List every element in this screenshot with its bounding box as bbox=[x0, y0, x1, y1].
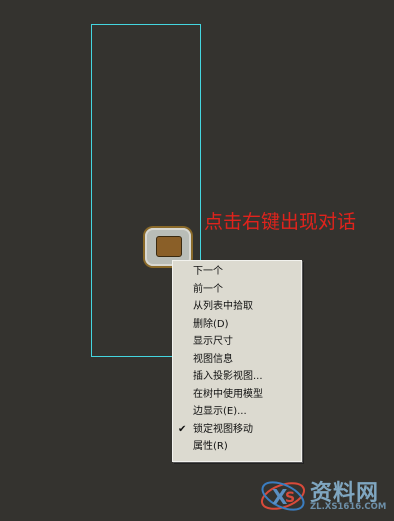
menu-item-label: 视图信息 bbox=[193, 353, 233, 365]
menu-item-show-dimensions[interactable]: 显示尺寸 bbox=[173, 333, 301, 351]
menu-item-label: 显示尺寸 bbox=[193, 336, 233, 347]
menu-item-label: 从列表中拾取 bbox=[193, 301, 253, 312]
menu-item-properties[interactable]: 属性(R) bbox=[173, 438, 301, 456]
menu-item-label: 删除(D) bbox=[193, 318, 229, 330]
menu-item-label: 插入投影视图... bbox=[193, 371, 263, 382]
watermark-logo-icon: X S bbox=[260, 481, 306, 511]
menu-item-next[interactable]: 下一个 bbox=[173, 263, 301, 281]
menu-item-edge-display[interactable]: 边显示(E)... bbox=[173, 403, 301, 421]
menu-item-view-info[interactable]: 视图信息 bbox=[173, 351, 301, 369]
handle-icon bbox=[156, 236, 182, 257]
svg-text:S: S bbox=[285, 490, 295, 506]
menu-item-previous[interactable]: 前一个 bbox=[173, 281, 301, 299]
watermark-url: ZL.XS1616.COM bbox=[310, 502, 387, 512]
menu-item-label: 下一个 bbox=[193, 266, 223, 277]
checkmark-icon: ✔ bbox=[178, 423, 187, 435]
menu-item-pick-from-list[interactable]: 从列表中拾取 bbox=[173, 298, 301, 316]
context-menu: 下一个 前一个 从列表中拾取 删除(D) 显示尺寸 视图信息 插入投影视图...… bbox=[172, 260, 302, 462]
menu-item-label: 属性(R) bbox=[193, 441, 228, 452]
menu-item-insert-projection-view[interactable]: 插入投影视图... bbox=[173, 368, 301, 386]
menu-item-delete[interactable]: 删除(D) bbox=[173, 316, 301, 334]
drawing-canvas[interactable]: 点击右键出现对话 下一个 前一个 从列表中拾取 删除(D) 显示尺寸 视图信息 … bbox=[0, 0, 394, 521]
menu-item-use-model-in-tree[interactable]: 在树中使用模型 bbox=[173, 386, 301, 404]
menu-item-label: 前一个 bbox=[193, 283, 223, 295]
annotation-text: 点击右键出现对话 bbox=[204, 211, 357, 233]
menu-item-label: 在树中使用模型 bbox=[193, 388, 263, 400]
menu-item-label: 边显示(E)... bbox=[193, 406, 247, 417]
menu-item-lock-view-movement[interactable]: ✔ 锁定视图移动 bbox=[173, 421, 301, 439]
site-watermark: X S 资料网 ZL.XS1616.COM bbox=[258, 472, 390, 518]
menu-item-label: 锁定视图移动 bbox=[193, 423, 253, 435]
